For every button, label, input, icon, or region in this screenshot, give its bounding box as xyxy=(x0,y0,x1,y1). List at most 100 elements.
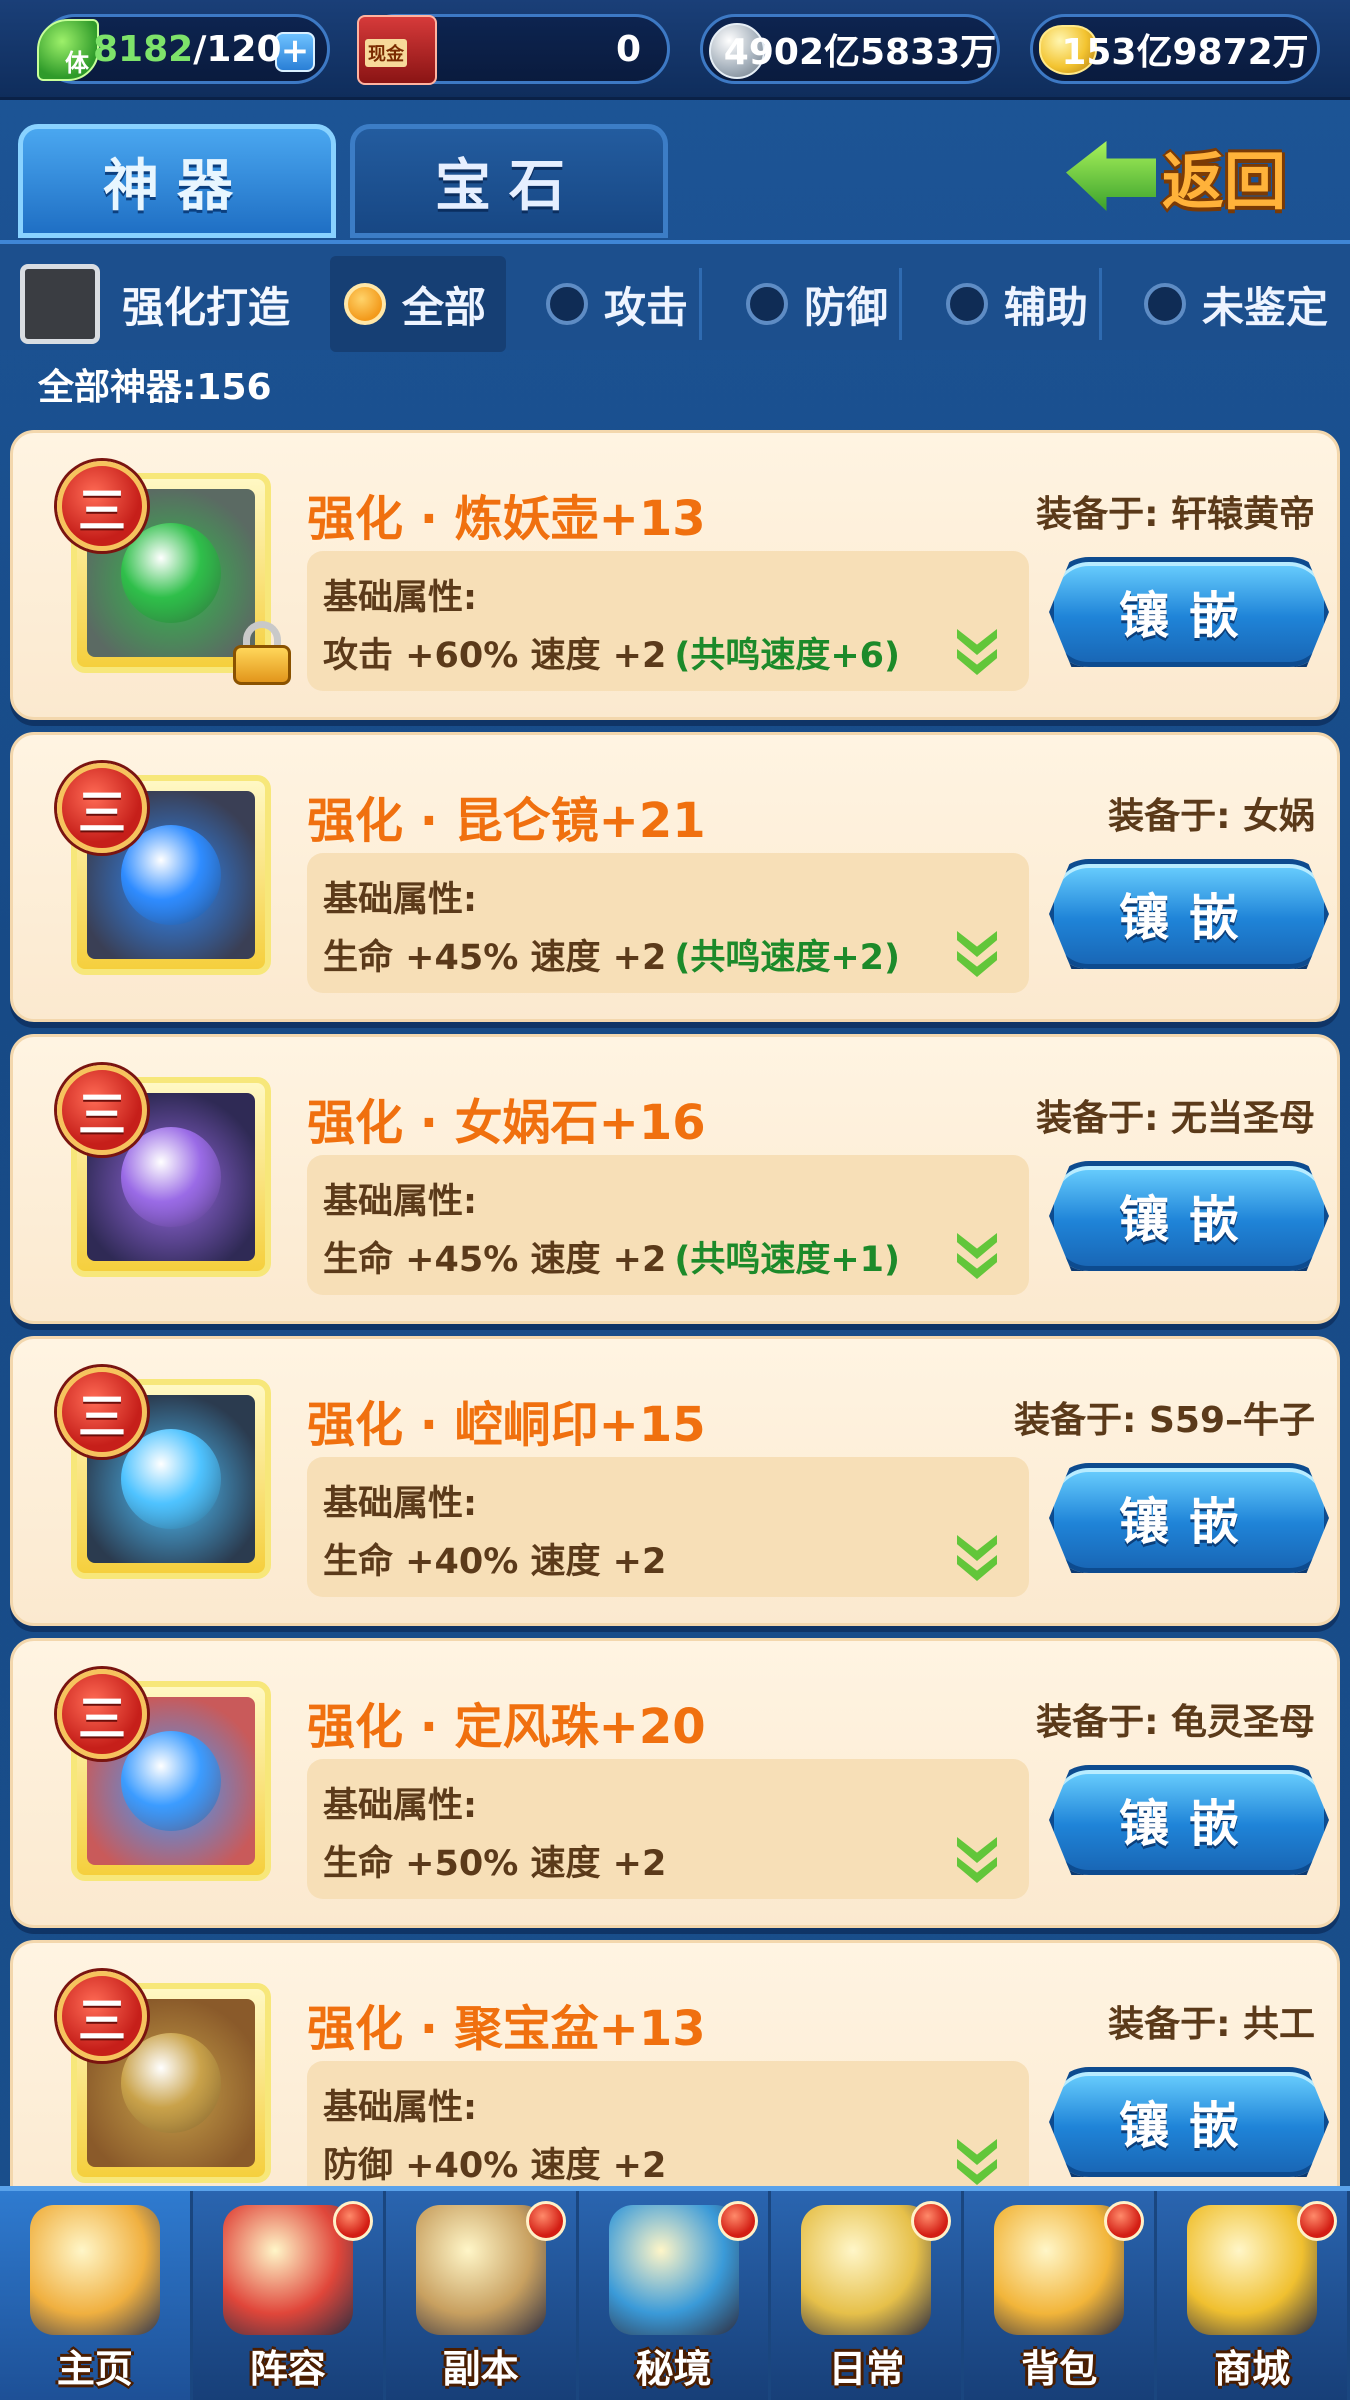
tier-badge: 三 xyxy=(57,1669,147,1759)
enhance-forge-label: 强化打造 xyxy=(122,283,291,332)
filter-support[interactable]: 辅助 xyxy=(946,256,1103,352)
radio-dot-icon xyxy=(1144,283,1186,325)
divider xyxy=(899,268,903,340)
inlay-button[interactable]: 镶嵌 xyxy=(1049,1161,1329,1271)
artifact-card[interactable]: 三 强化 · 定风珠+20 装备于: 龟灵圣母 基础属性: 生命 +50% 速度… xyxy=(10,1638,1340,1928)
chevron-down-icon[interactable] xyxy=(947,1231,1007,1281)
inlay-button[interactable]: 镶嵌 xyxy=(1049,859,1329,969)
inlay-button[interactable]: 镶嵌 xyxy=(1049,557,1329,667)
notification-dot xyxy=(332,2201,373,2241)
nav-label: 背包 xyxy=(1021,2347,1098,2391)
attribute-title: 基础属性: xyxy=(323,578,477,618)
artifact-glyph xyxy=(121,1429,221,1529)
attribute-box: 基础属性: 生命 +50% 速度 +2 xyxy=(307,1759,1029,1899)
tier-badge: 三 xyxy=(57,461,147,551)
nav-label: 主页 xyxy=(56,2347,133,2391)
attribute-title: 基础属性: xyxy=(323,1182,477,1222)
stamina-max: /120 xyxy=(193,28,282,70)
artifact-name: 强化 · 女娲石+16 xyxy=(307,1095,706,1151)
filter-all[interactable]: 全部 xyxy=(330,256,507,352)
nav-daily[interactable]: 日常 xyxy=(771,2191,965,2400)
nav-backpack[interactable]: 背包 xyxy=(964,2191,1158,2400)
filter-all-label: 全部 xyxy=(402,282,487,332)
filter-defense[interactable]: 防御 xyxy=(746,256,903,352)
notification-dot xyxy=(1297,2201,1338,2241)
resonance-text: (共鸣速度+1) xyxy=(674,1240,901,1280)
attribute-title: 基础属性: xyxy=(323,2088,477,2128)
chevron-down-icon[interactable] xyxy=(947,627,1007,677)
equipped-on: 装备于: S59–牛子 xyxy=(1014,1400,1315,1441)
back-label: 返回 xyxy=(1162,145,1287,218)
inlay-button[interactable]: 镶嵌 xyxy=(1049,2067,1329,2177)
filter-bar: 强化打造 全部 攻击 防御 辅助 未鉴定 xyxy=(0,240,1350,352)
cash-icon-text: 现金 xyxy=(365,39,407,67)
artifact-name: 强化 · 聚宝盆+13 xyxy=(307,2001,706,2057)
chevron-down-icon[interactable] xyxy=(947,1533,1007,1583)
nav-lineup[interactable]: 阵容 xyxy=(193,2191,386,2400)
attribute-text: 防御 +40% 速度 +2 xyxy=(323,2146,667,2186)
chevron-down-icon[interactable] xyxy=(947,929,1007,979)
stamina-current: 8182 xyxy=(93,28,194,70)
palace-icon xyxy=(30,2205,160,2335)
notification-dot xyxy=(718,2201,759,2241)
filter-unidentified-label: 未鉴定 xyxy=(1202,282,1329,332)
equipped-on: 装备于: 龟灵圣母 xyxy=(1036,1702,1315,1743)
filter-unidentified[interactable]: 未鉴定 xyxy=(1144,256,1328,352)
radio-dot-icon xyxy=(344,283,386,325)
nav-secret-realm[interactable]: 秘境 xyxy=(579,2191,772,2400)
artifact-card[interactable]: 三 强化 · 炼妖壶+13 装备于: 轩辕黄帝 基础属性: 攻击 +60% 速度… xyxy=(10,430,1340,720)
artifact-card[interactable]: 三 强化 · 昆仑镜+21 装备于: 女娲 基础属性: 生命 +45% 速度 +… xyxy=(10,732,1340,1022)
silver-counter: 4902亿5833万 xyxy=(700,14,1000,84)
inlay-button[interactable]: 镶嵌 xyxy=(1049,1463,1329,1573)
attribute-title: 基础属性: xyxy=(323,1786,477,1826)
attribute-values: 生命 +50% 速度 +2 xyxy=(323,1835,674,1886)
tab-artifacts[interactable]: 神器 xyxy=(18,124,336,238)
tier-badge: 三 xyxy=(57,1367,147,1457)
equipped-on: 装备于: 无当圣母 xyxy=(1036,1098,1315,1139)
chevron-down-icon[interactable] xyxy=(947,2137,1007,2187)
equipped-on: 装备于: 轩辕黄帝 xyxy=(1036,494,1315,535)
divider xyxy=(699,268,703,340)
attribute-box: 基础属性: 生命 +45% 速度 +2 (共鸣速度+1) xyxy=(307,1155,1029,1295)
equipped-on: 装备于: 共工 xyxy=(1108,2004,1315,2045)
artifact-card[interactable]: 三 强化 · 女娲石+16 装备于: 无当圣母 基础属性: 生命 +45% 速度… xyxy=(10,1034,1340,1324)
enhance-forge-checkbox[interactable] xyxy=(20,264,100,344)
gold-value: 153亿9872万 xyxy=(1061,32,1309,73)
inlay-button[interactable]: 镶嵌 xyxy=(1049,1765,1329,1875)
attribute-box: 基础属性: 防御 +40% 速度 +2 xyxy=(307,2061,1029,2201)
nav-label: 副本 xyxy=(442,2347,519,2391)
attribute-text: 生命 +45% 速度 +2 xyxy=(323,1240,667,1280)
attribute-text: 生命 +40% 速度 +2 xyxy=(323,1542,667,1582)
artifact-card[interactable]: 三 强化 · 崆峒印+15 装备于: S59–牛子 基础属性: 生命 +40% … xyxy=(10,1336,1340,1626)
nav-label: 秘境 xyxy=(635,2347,712,2391)
back-button[interactable]: 返回 xyxy=(1066,126,1330,226)
artifact-glyph xyxy=(121,523,221,623)
artifact-name: 强化 · 炼妖壶+13 xyxy=(307,491,706,547)
resonance-text: (共鸣速度+6) xyxy=(674,636,901,676)
chevron-down-icon[interactable] xyxy=(947,1835,1007,1885)
resonance-text: (共鸣速度+2) xyxy=(674,938,901,978)
nav-home[interactable]: 主页 xyxy=(0,2191,193,2400)
radio-dot-icon xyxy=(746,283,788,325)
artifact-count: 全部神器:156 xyxy=(38,367,272,408)
tier-badge: 三 xyxy=(57,1971,147,2061)
leaf-icon: 体 xyxy=(37,19,99,81)
cash-counter: 现金 0 xyxy=(357,14,670,85)
attribute-values: 生命 +45% 速度 +2 (共鸣速度+1) xyxy=(323,1231,900,1282)
artifact-glyph xyxy=(121,1127,221,1227)
tab-gems[interactable]: 宝石 xyxy=(350,124,668,238)
attribute-values: 攻击 +60% 速度 +2 (共鸣速度+6) xyxy=(323,627,900,678)
attribute-box: 基础属性: 生命 +40% 速度 +2 xyxy=(307,1457,1029,1597)
attribute-values: 生命 +40% 速度 +2 xyxy=(323,1533,674,1584)
artifact-name: 强化 · 崆峒印+15 xyxy=(307,1397,706,1453)
artifact-name: 强化 · 定风珠+20 xyxy=(307,1699,706,1755)
stamina-icon-text: 体 xyxy=(65,49,89,77)
back-arrow-icon xyxy=(1066,141,1156,211)
radio-dot-icon xyxy=(546,283,588,325)
filter-defense-label: 防御 xyxy=(804,282,889,332)
filter-attack[interactable]: 攻击 xyxy=(546,256,703,352)
filter-support-label: 辅助 xyxy=(1004,282,1089,332)
nav-shop[interactable]: 商城 xyxy=(1157,2191,1350,2400)
nav-dungeon[interactable]: 副本 xyxy=(386,2191,579,2400)
artifact-glyph xyxy=(121,2033,221,2133)
